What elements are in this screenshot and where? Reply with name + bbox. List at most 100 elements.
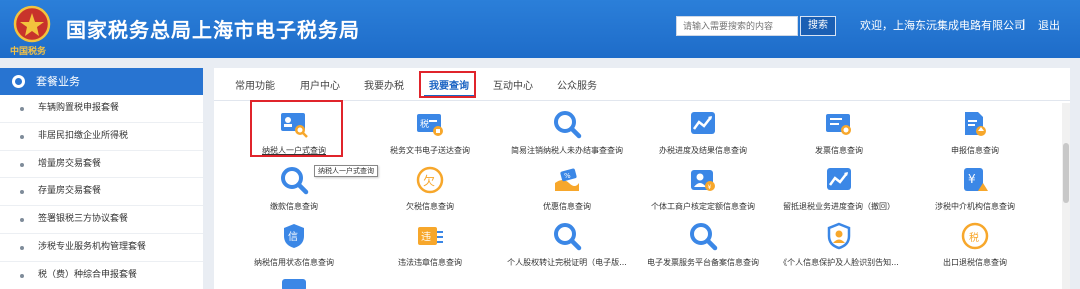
tab-user-center[interactable]: 用户中心 [300,77,340,92]
sidebar-item-label: 非居民扣缴企业所得税 [38,130,129,141]
svg-text:%: % [564,172,571,180]
svg-text:违: 违 [421,231,431,243]
service-individual-quota[interactable]: ¥ 个体工商户核定定额信息查询 [628,165,778,217]
service-equity-transfer-certificate[interactable]: 个人股权转让完税证明（电子版... [492,221,642,273]
tab-public-service[interactable]: 公众服务 [557,77,597,92]
invoice-search-icon [826,114,851,135]
bullet-icon [20,218,24,223]
service-label: 个人股权转让完税证明（电子版... [507,258,627,267]
tab-highlight-box [419,71,476,98]
agency-yen-icon: ¥ [964,168,988,191]
svg-text:信: 信 [288,231,298,243]
service-label: 优惠信息查询 [543,202,591,211]
service-privacy-face-notice[interactable]: 《个人信息保护及人脸识别告知... [764,221,914,273]
service-invoice-info[interactable]: 发票信息查询 [764,109,914,161]
service-label: 涉税中介机构信息查询 [935,202,1015,211]
search-icon [281,167,309,195]
tab-interaction-center[interactable]: 互动中心 [493,77,533,92]
service-label: 申报信息查询 [951,146,999,155]
svg-text:税: 税 [420,118,429,130]
sidebar-header[interactable]: 套餐业务 [0,68,203,95]
service-label: 出口退税信息查询 [943,258,1007,267]
service-preferential-info[interactable]: % 优惠信息查询 [492,165,642,217]
service-violation-info[interactable]: 违 违法违章信息查询 [355,221,505,273]
service-simple-deregistration[interactable]: 简易注销纳税人未办结事查查询 [492,109,642,161]
bullet-icon [20,107,24,111]
tab-common-functions[interactable]: 常用功能 [235,77,275,92]
service-progress-results[interactable]: 办税进度及结果信息查询 [628,109,778,161]
search-icon [554,223,582,251]
sidebar: 套餐业务 车辆购置税申报套餐 非居民扣缴企业所得税 增量房交易套餐 存量房交易套… [0,68,203,289]
sidebar-item-agency-management[interactable]: 涉税专业服务机构管理套餐 [0,234,203,262]
bullet-icon [20,190,24,195]
sidebar-item-label: 增量房交易套餐 [38,158,102,169]
discount-icon: % [555,168,579,191]
service-label: 违法违章信息查询 [398,258,462,267]
tax-arrears-icon: 欠 [416,166,444,194]
svg-text:¥: ¥ [968,172,976,186]
logout-link[interactable]: 退出 [1038,17,1060,33]
sidebar-item-combined-declaration[interactable]: 税（费）种综合申报套餐 [0,262,203,289]
sidebar-item-label: 存量房交易套餐 [38,186,102,197]
service-label: 税务文书电子送达查询 [390,146,470,155]
sidebar-item-existing-house[interactable]: 存量房交易套餐 [0,178,203,207]
page: 中国税务 国家税务总局上海市电子税务局 搜索 欢迎，上海东沅集成电路有限公司 |… [0,0,1080,289]
svg-text:欠: 欠 [423,173,435,188]
service-label: 缴款信息查询 [270,202,318,211]
search-button[interactable]: 搜索 [800,16,836,36]
search-icon [690,223,718,251]
sidebar-title: 套餐业务 [36,75,80,88]
tax-document-icon: 税 [417,114,443,136]
national-emblem-icon [13,5,51,43]
service-label: 纳税信用状态信息查询 [254,258,334,267]
service-label: 简易注销纳税人未办结事查查询 [511,146,623,155]
tab-tax-handling[interactable]: 我要办税 [364,77,404,92]
welcome-text: 欢迎，上海东沅集成电路有限公司 [860,19,1025,32]
face-shield-icon [827,222,851,250]
partial-service-icon [282,279,306,289]
service-highlight-box [250,100,343,157]
service-label: 电子发票服务平台备案信息查询 [647,258,759,267]
site-title: 国家税务总局上海市电子税务局 [66,18,360,42]
person-quota-icon: ¥ [691,170,715,191]
top-header: 中国税务 国家税务总局上海市电子税务局 搜索 欢迎，上海东沅集成电路有限公司 |… [0,0,1080,58]
sidebar-item-label: 涉税专业服务机构管理套餐 [38,241,147,252]
emblem-caption: 中国税务 [10,47,47,57]
service-label: 《个人信息保护及人脸识别告知... [779,258,899,267]
tab-bar: 常用功能 用户中心 我要办税 我要查询 互动中心 公众服务 [214,68,1070,101]
sidebar-item-bank-agreement[interactable]: 签署银税三方协议套餐 [0,206,203,234]
service-credit-status[interactable]: 信 纳税信用状态信息查询 [219,221,369,273]
credit-shield-icon: 信 [284,224,304,248]
sidebar-item-nonresident-tax[interactable]: 非居民扣缴企业所得税 [0,123,203,151]
service-label: 个体工商户核定定额信息查询 [651,202,755,211]
service-export-refund[interactable]: 税 出口退税信息查询 [900,221,1050,273]
tooltip: 纳税人一户式查询 [314,165,378,177]
export-refund-icon: 税 [961,222,989,250]
bullet-icon [20,245,24,250]
sidebar-item-label: 车辆购置税申报套餐 [38,103,120,113]
progress-chart-icon [691,112,715,134]
service-declaration-info[interactable]: 申报信息查询 [900,109,1050,161]
service-label: 欠税信息查询 [406,202,454,211]
refund-progress-icon [827,168,851,190]
search-input[interactable] [676,16,798,36]
sidebar-item-vehicle-tax[interactable]: 车辆购置税申报套餐 [0,95,203,123]
svg-text:¥: ¥ [708,184,712,191]
service-agency-info[interactable]: ¥ 涉税中介机构信息查询 [900,165,1050,217]
sidebar-item-label: 签署银税三方协议套餐 [38,214,129,225]
main-panel: 常用功能 用户中心 我要办税 我要查询 互动中心 公众服务 纳税人一户式查询 税… [214,68,1070,289]
sidebar-item-label: 税（费）种综合申报套餐 [38,269,138,280]
search-icon [554,111,582,139]
service-label: 留抵退税业务进度查询（撤回） [783,202,895,211]
service-tax-document-delivery[interactable]: 税 税务文书电子送达查询 [355,109,505,161]
sidebar-item-new-house[interactable]: 增量房交易套餐 [0,151,203,179]
declaration-upload-icon [965,112,986,136]
scrollbar-thumb[interactable] [1063,143,1069,203]
violation-icon: 违 [418,227,443,245]
service-refund-progress[interactable]: 留抵退税业务进度查询（撤回） [764,165,914,217]
bullet-icon [20,273,24,278]
target-icon [12,75,25,88]
header-separator: | [1022,17,1026,30]
service-e-invoice-filing[interactable]: 电子发票服务平台备案信息查询 [628,221,778,273]
scrollbar[interactable] [1062,103,1070,289]
